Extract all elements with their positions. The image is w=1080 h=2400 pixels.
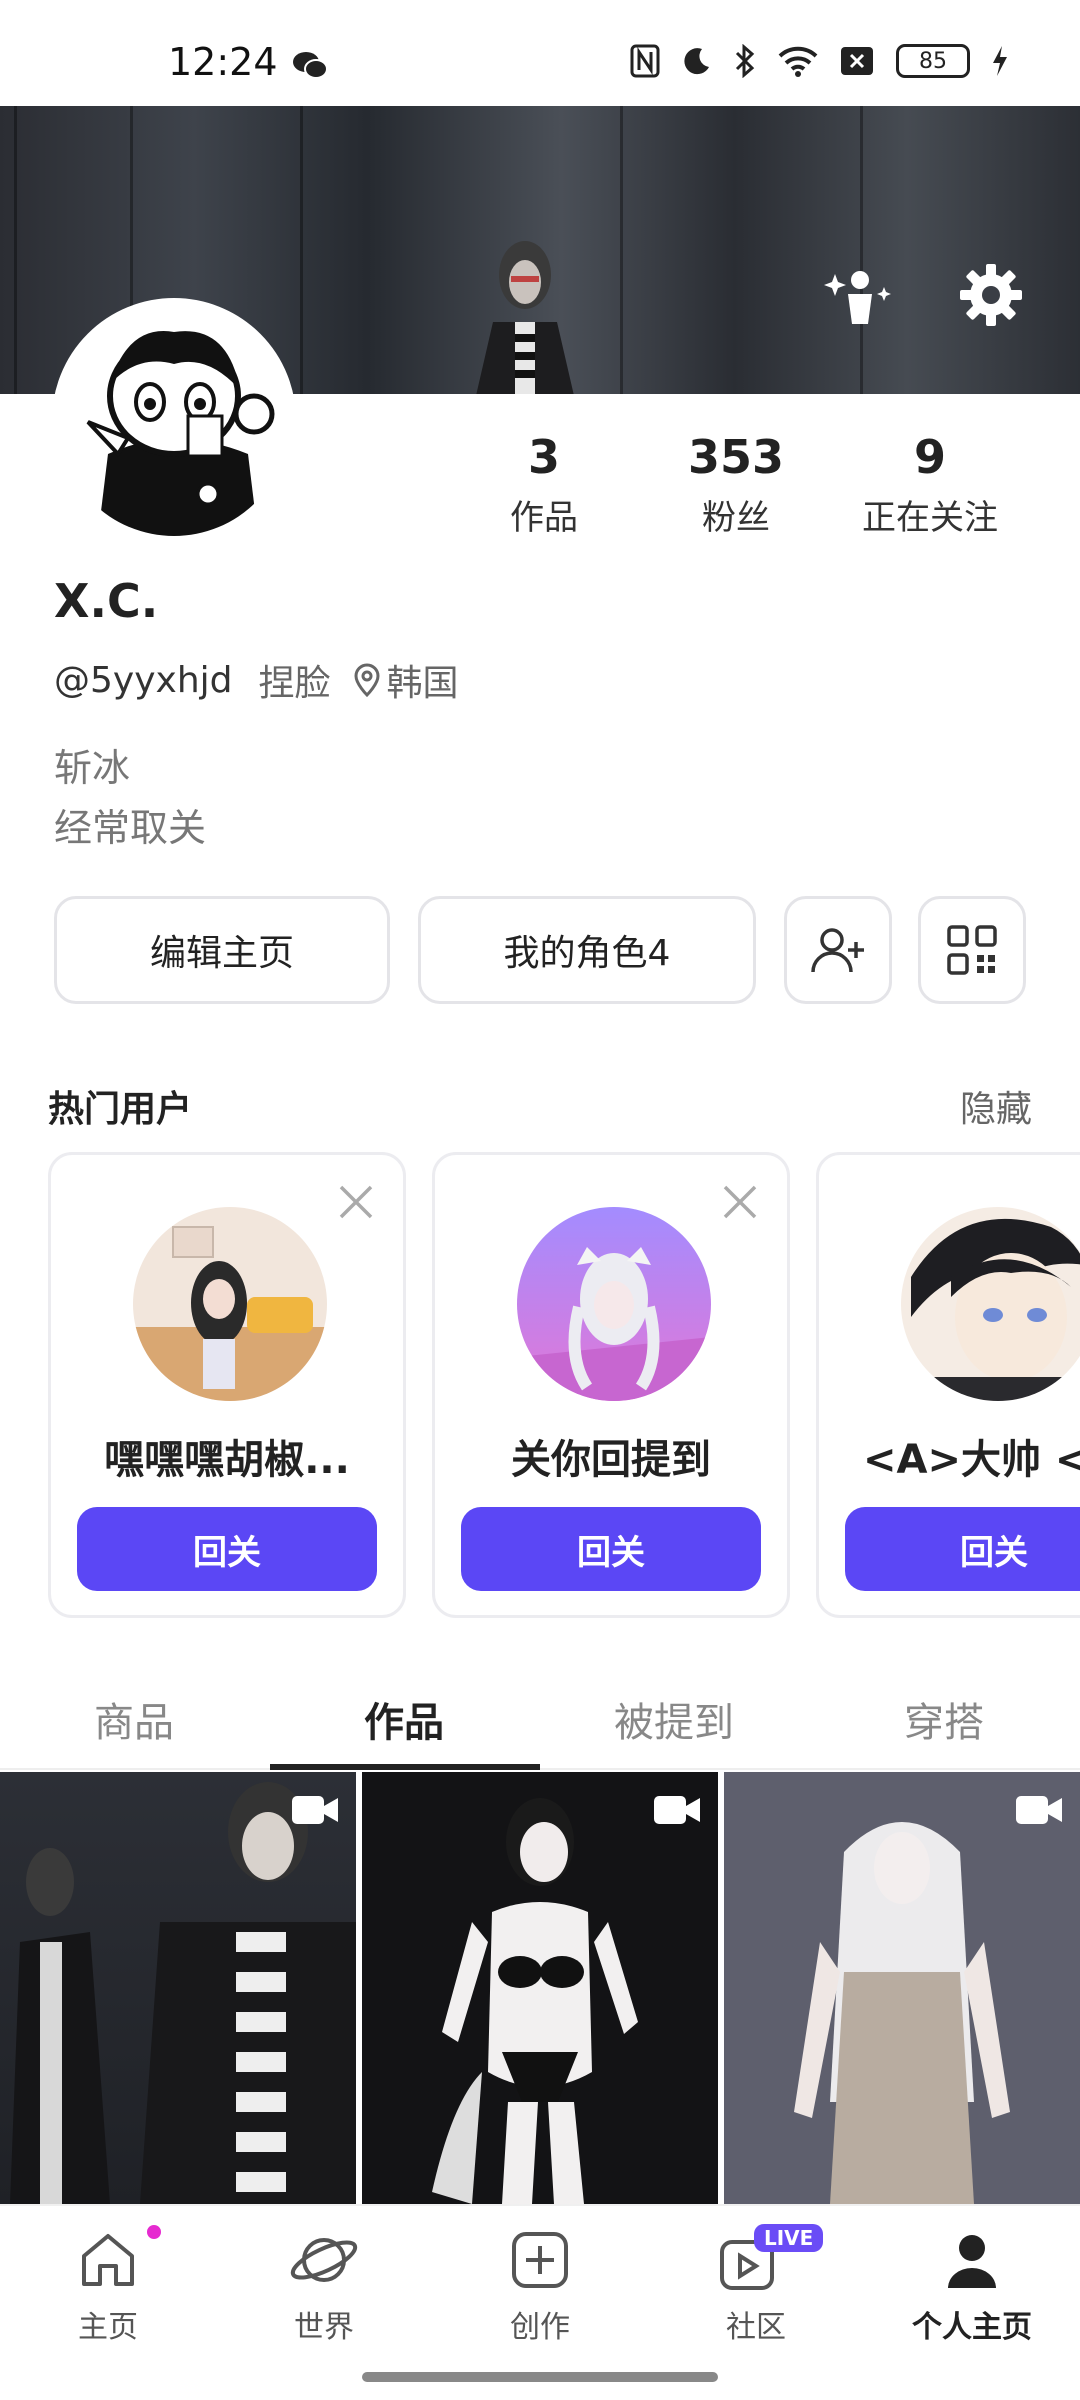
location-pin-icon — [354, 663, 380, 697]
popular-user-card[interactable]: 嘿嘿嘿胡椒... 回关 — [48, 1152, 406, 1618]
nav-home-label: 主页 — [78, 2310, 138, 2345]
display-name: X.C. — [54, 574, 159, 628]
location-text: 韩国 — [386, 663, 459, 704]
nav-community[interactable]: LIVE 社区 — [676, 2224, 836, 2346]
popular-users-title: 热门用户 — [48, 1089, 193, 1130]
nav-create-label: 创作 — [510, 2310, 570, 2345]
moon-icon — [684, 48, 709, 75]
popular-user-name: <A>大帅 </A — [863, 1437, 1080, 1483]
home-icon — [82, 2234, 134, 2286]
create-plus-icon — [512, 2232, 568, 2288]
stat-following[interactable]: 9 正在关注 — [830, 430, 1030, 539]
profile-bio: 斩冰 经常取关 — [54, 738, 206, 858]
video-icon — [654, 1796, 700, 1824]
home-indicator[interactable] — [362, 2372, 718, 2382]
profile-avatar[interactable] — [52, 298, 296, 542]
nav-world[interactable]: 世界 — [244, 2228, 404, 2346]
tab-goods[interactable]: 商品 — [34, 1690, 234, 1748]
status-bar: 12:24 85 — [0, 0, 1080, 106]
close-icon[interactable] — [337, 1183, 375, 1221]
follow-back-button[interactable]: 回关 — [77, 1507, 377, 1591]
stat-following-label: 正在关注 — [862, 498, 998, 538]
stat-works[interactable]: 3 作品 — [444, 430, 644, 539]
profile-meta: @5yyxhjd 捏脸 韩国 — [54, 654, 459, 706]
charging-icon — [993, 46, 1007, 76]
edit-profile-button[interactable]: 编辑主页 — [54, 896, 390, 1004]
popular-user-card[interactable]: 关你回提到 回关 — [432, 1152, 790, 1618]
work-thumbnail[interactable] — [362, 1772, 718, 2204]
active-tab-indicator — [270, 1764, 540, 1770]
stat-followers-count: 353 — [687, 430, 785, 484]
battery-level: 85 — [896, 44, 970, 78]
nav-world-label: 世界 — [294, 2310, 354, 2345]
popular-user-name: 关你回提到 — [511, 1437, 711, 1483]
hide-popular-button[interactable]: 隐藏 — [960, 1080, 1032, 1132]
profile-tag: 捏脸 — [258, 663, 331, 704]
content-tabs: 商品 作品 被提到 穿搭 — [0, 1666, 1080, 1770]
user-avatar — [517, 1207, 711, 1401]
qr-code-button[interactable] — [918, 896, 1026, 1004]
profile-icon — [948, 2235, 996, 2288]
tab-outfits[interactable]: 穿搭 — [844, 1690, 1044, 1748]
user-handle: @5yyxhjd — [54, 659, 233, 701]
wifi-icon — [778, 46, 818, 77]
nav-community-label: 社区 — [726, 2310, 786, 2345]
user-avatar — [133, 1207, 327, 1401]
wechat-icon — [293, 52, 328, 79]
video-icon — [1016, 1796, 1062, 1824]
stat-followers[interactable]: 353 粉丝 — [636, 430, 836, 539]
tab-works[interactable]: 作品 — [304, 1690, 504, 1748]
qr-code-icon — [947, 925, 997, 975]
work-thumbnail[interactable] — [724, 1772, 1080, 2204]
add-friend-button[interactable] — [784, 896, 892, 1004]
nav-create[interactable]: 创作 — [460, 2228, 620, 2346]
avatar-effect-icon[interactable] — [824, 262, 896, 334]
stat-works-label: 作品 — [510, 498, 578, 538]
status-icons: 85 — [630, 44, 1008, 78]
works-grid — [0, 1772, 1080, 2204]
bio-line: 经常取关 — [54, 806, 207, 850]
work-thumbnail[interactable] — [0, 1772, 356, 2204]
tab-mentioned[interactable]: 被提到 — [574, 1690, 774, 1748]
user-avatar — [901, 1207, 1080, 1401]
popular-user-name: 嘿嘿嘿胡椒... — [104, 1437, 350, 1483]
add-user-icon — [811, 928, 864, 973]
work-image — [432, 1798, 638, 2204]
avatar-illustration — [58, 304, 290, 536]
stat-works-count: 3 — [527, 430, 560, 484]
close-icon[interactable] — [721, 1183, 759, 1221]
video-icon — [292, 1796, 338, 1824]
live-badge: LIVE — [754, 2224, 824, 2252]
stat-followers-label: 粉丝 — [702, 498, 770, 538]
work-image — [10, 1782, 356, 2204]
follow-back-button[interactable]: 回关 — [461, 1507, 761, 1591]
nav-profile[interactable]: 个人主页 — [892, 2228, 1052, 2346]
bluetooth-icon — [735, 44, 755, 78]
nav-home[interactable]: 主页 — [28, 2225, 188, 2346]
status-time: 12:24 — [168, 40, 278, 84]
popular-user-card[interactable]: <A>大帅 </A 回关 — [816, 1152, 1080, 1618]
nav-profile-label: 个人主页 — [912, 2310, 1032, 2345]
location: 韩国 — [353, 654, 459, 706]
bottom-nav: 主页 世界 创作 LIVE 社区 个人主页 — [0, 2204, 1080, 2400]
stat-following-count: 9 — [913, 430, 946, 484]
follow-back-button[interactable]: 回关 — [845, 1507, 1080, 1591]
nfc-icon — [630, 44, 660, 78]
planet-icon — [290, 2238, 358, 2282]
banner-character-image — [476, 241, 574, 394]
settings-gear-icon[interactable] — [958, 262, 1024, 328]
notification-dot — [147, 2225, 161, 2239]
no-sim-icon — [841, 47, 873, 75]
my-characters-button[interactable]: 我的角色4 — [418, 896, 756, 1004]
work-image — [794, 1822, 1010, 2204]
bio-line: 斩冰 — [54, 746, 131, 790]
